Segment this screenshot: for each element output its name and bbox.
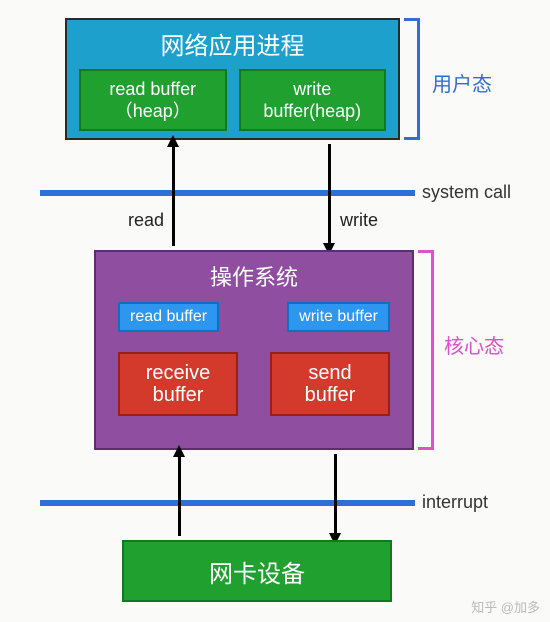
user-mode-bracket <box>404 18 420 140</box>
watermark: 知乎 @加多 <box>471 597 540 616</box>
interrupt-divider <box>40 500 415 506</box>
os-write-buffer: write buffer <box>287 302 390 332</box>
write-arrow-label: write <box>340 210 378 231</box>
os-title: 操作系统 <box>96 252 412 292</box>
syscall-divider <box>40 190 415 196</box>
read-arrow <box>172 144 175 246</box>
syscall-label: system call <box>422 182 511 203</box>
diagram-canvas: 网络应用进程 read buffer（heap） write buffer(he… <box>0 0 550 622</box>
os-read-buffer: read buffer <box>118 302 219 332</box>
app-title: 网络应用进程 <box>67 20 398 61</box>
os-receive-buffer: receive buffer <box>118 352 238 416</box>
nic-box: 网卡设备 <box>122 540 392 602</box>
interrupt-label: interrupt <box>422 492 488 513</box>
read-heap-buffer: read buffer（heap） <box>79 69 227 131</box>
os-send-buffer: send buffer <box>270 352 390 416</box>
app-process-box: 网络应用进程 read buffer（heap） write buffer(he… <box>65 18 400 140</box>
read-arrow-label: read <box>128 210 164 231</box>
receive-arrow <box>178 454 181 536</box>
os-box: 操作系统 read buffer write buffer receive bu… <box>94 250 414 450</box>
write-arrow <box>328 144 331 246</box>
user-mode-label: 用户态 <box>432 68 492 97</box>
kernel-mode-label: 核心态 <box>444 330 504 359</box>
kernel-mode-bracket <box>418 250 434 450</box>
write-heap-buffer: write buffer(heap) <box>239 69 387 131</box>
nic-title: 网卡设备 <box>209 554 305 589</box>
send-arrow <box>334 454 337 536</box>
